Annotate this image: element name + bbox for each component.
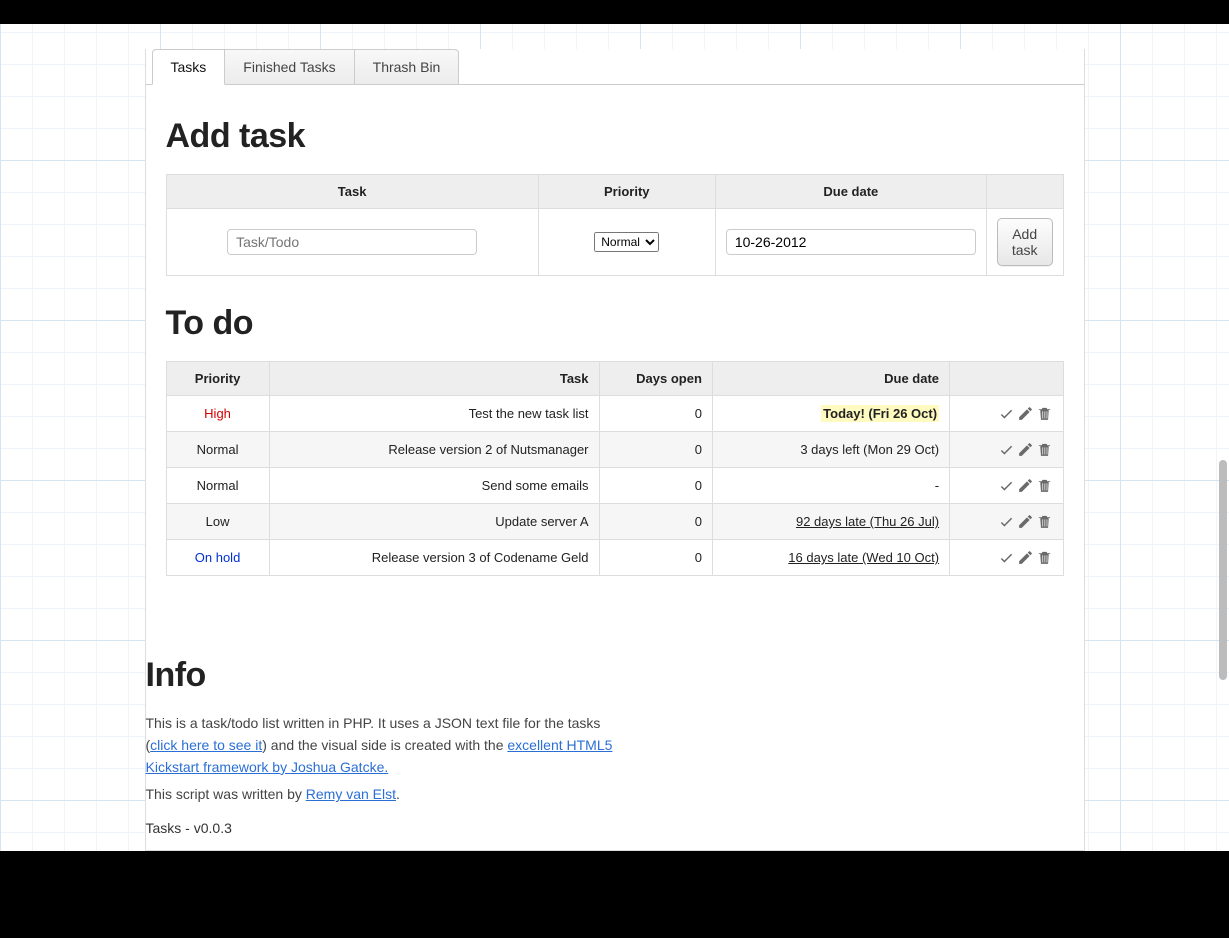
app-version: Tasks - v0.0.3 — [146, 820, 1084, 836]
cell-due: - — [712, 468, 949, 504]
edit-icon[interactable] — [1017, 513, 1034, 530]
cell-priority: Normal — [166, 468, 269, 504]
check-icon[interactable] — [998, 477, 1015, 494]
th-priority: Priority — [166, 362, 269, 396]
priority-select[interactable]: Normal — [594, 232, 659, 252]
table-row: LowUpdate server A092 days late (Thu 26 … — [166, 504, 1063, 540]
cell-days-open: 0 — [599, 468, 712, 504]
trash-icon[interactable] — [1036, 513, 1053, 530]
cell-actions — [950, 396, 1063, 432]
trash-icon[interactable] — [1036, 549, 1053, 566]
edit-icon[interactable] — [1017, 477, 1034, 494]
col-priority: Priority — [538, 175, 715, 209]
col-action — [986, 175, 1063, 209]
table-row: NormalRelease version 2 of Nutsmanager03… — [166, 432, 1063, 468]
cell-priority: Normal — [166, 432, 269, 468]
window-bottom-bar — [0, 851, 1229, 863]
trash-icon[interactable] — [1036, 405, 1053, 422]
cell-days-open: 0 — [599, 504, 712, 540]
scrollbar-thumb[interactable] — [1219, 460, 1227, 680]
due-date-input[interactable] — [726, 229, 976, 255]
cell-actions — [950, 468, 1063, 504]
cell-priority: Low — [166, 504, 269, 540]
cell-task: Release version 3 of Codename Geld — [269, 540, 599, 576]
th-task: Task — [269, 362, 599, 396]
cell-actions — [950, 432, 1063, 468]
add-task-button[interactable]: Add task — [997, 218, 1053, 266]
cell-task: Release version 2 of Nutsmanager — [269, 432, 599, 468]
cell-task: Update server A — [269, 504, 599, 540]
task-input[interactable] — [227, 229, 477, 255]
cell-actions — [950, 504, 1063, 540]
check-icon[interactable] — [998, 549, 1015, 566]
window-top-bar — [0, 0, 1229, 24]
link-json-file[interactable]: click here to see it — [150, 737, 262, 753]
add-task-table: Task Priority Due date Normal Ad — [166, 174, 1064, 276]
tab-tasks[interactable]: Tasks — [152, 49, 226, 85]
cell-priority: High — [166, 396, 269, 432]
main-panel: TasksFinished TasksThrash Bin Add task T… — [145, 49, 1085, 851]
tab-finished-tasks[interactable]: Finished Tasks — [225, 49, 354, 85]
cell-due: Today! (Fri 26 Oct) — [712, 396, 949, 432]
todo-heading: To do — [166, 304, 1064, 343]
trash-icon[interactable] — [1036, 441, 1053, 458]
info-paragraph-1: This is a task/todo list written in PHP.… — [146, 713, 626, 778]
cell-days-open: 0 — [599, 432, 712, 468]
cell-due: 3 days left (Mon 29 Oct) — [712, 432, 949, 468]
check-icon[interactable] — [998, 405, 1015, 422]
col-task: Task — [166, 175, 538, 209]
trash-icon[interactable] — [1036, 477, 1053, 494]
cell-task: Send some emails — [269, 468, 599, 504]
check-icon[interactable] — [998, 513, 1015, 530]
cell-actions — [950, 540, 1063, 576]
th-actions — [950, 362, 1063, 396]
table-row: NormalSend some emails0- — [166, 468, 1063, 504]
edit-icon[interactable] — [1017, 405, 1034, 422]
tab-thrash-bin[interactable]: Thrash Bin — [355, 49, 460, 85]
todo-table: Priority Task Days open Due date HighTes… — [166, 361, 1064, 576]
cell-days-open: 0 — [599, 396, 712, 432]
table-row: On holdRelease version 3 of Codename Gel… — [166, 540, 1063, 576]
add-task-heading: Add task — [166, 117, 1064, 156]
th-due: Due date — [712, 362, 949, 396]
cell-due: 16 days late (Wed 10 Oct) — [712, 540, 949, 576]
check-icon[interactable] — [998, 441, 1015, 458]
cell-priority: On hold — [166, 540, 269, 576]
edit-icon[interactable] — [1017, 441, 1034, 458]
cell-days-open: 0 — [599, 540, 712, 576]
col-due: Due date — [715, 175, 986, 209]
link-author[interactable]: Remy van Elst — [306, 786, 396, 802]
th-days-open: Days open — [599, 362, 712, 396]
table-row: HighTest the new task list0Today! (Fri 2… — [166, 396, 1063, 432]
cell-task: Test the new task list — [269, 396, 599, 432]
edit-icon[interactable] — [1017, 549, 1034, 566]
tabs: TasksFinished TasksThrash Bin — [146, 49, 1084, 85]
info-heading: Info — [146, 656, 1084, 695]
info-paragraph-2: This script was written by Remy van Elst… — [146, 784, 626, 806]
cell-due: 92 days late (Thu 26 Jul) — [712, 504, 949, 540]
